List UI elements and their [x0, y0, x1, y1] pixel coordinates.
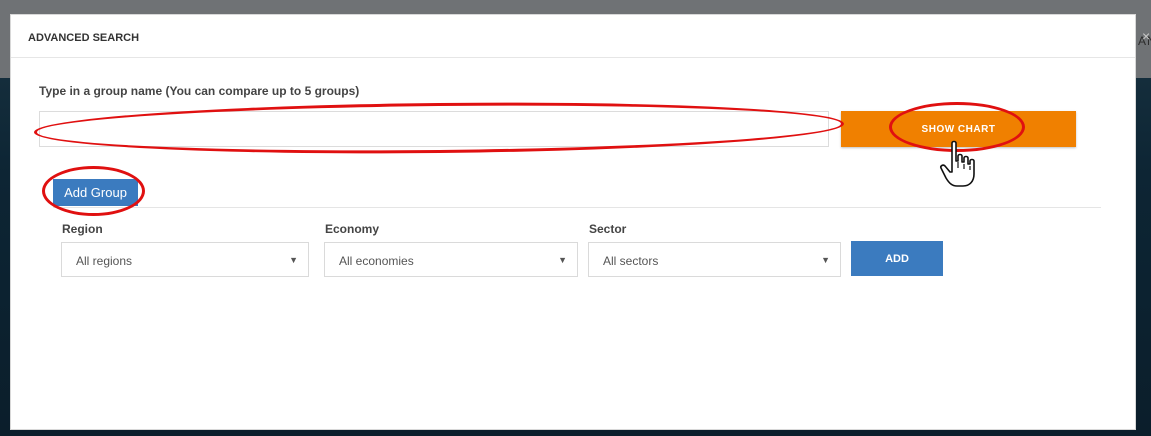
chevron-down-icon: ▼ — [289, 255, 298, 265]
sector-select[interactable]: All sectors ▼ — [588, 242, 841, 277]
advanced-search-modal: ADVANCED SEARCH × — [10, 14, 1150, 430]
economy-select[interactable]: All economies ▼ — [324, 242, 578, 277]
chevron-down-icon: ▼ — [821, 255, 830, 265]
sector-select-value: All sectors — [603, 254, 659, 268]
region-select[interactable]: All regions ▼ — [61, 242, 309, 277]
group-name-input[interactable] — [39, 111, 829, 147]
divider — [53, 207, 1101, 208]
chevron-down-icon: ▼ — [558, 255, 567, 265]
region-label: Region — [62, 222, 103, 236]
close-icon[interactable]: × — [1142, 29, 1150, 43]
group-name-instruction: Type in a group name (You can compare up… — [39, 84, 360, 98]
economy-select-value: All economies — [339, 254, 414, 268]
hand-pointer-icon — [940, 140, 975, 187]
modal-title: ADVANCED SEARCH — [28, 32, 140, 44]
economy-label: Economy — [325, 222, 380, 236]
modal-header: ADVANCED SEARCH — [11, 15, 1135, 58]
add-group-button[interactable]: Add Group — [53, 179, 138, 206]
add-filter-button[interactable]: ADD — [851, 241, 943, 276]
region-select-value: All regions — [76, 254, 133, 268]
sector-label: Sector — [589, 222, 627, 236]
